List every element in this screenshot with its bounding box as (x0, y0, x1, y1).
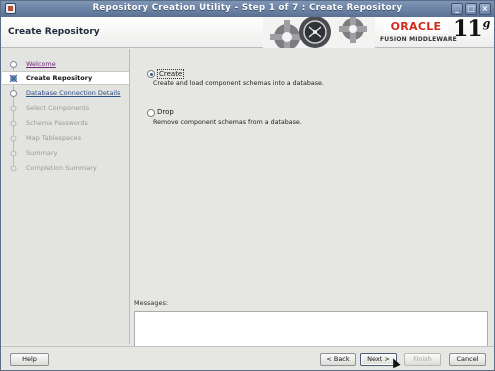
window-controls: _ □ × (451, 3, 491, 15)
step-label: Schema Passwords (26, 119, 88, 127)
logo-version-number: 11 (453, 16, 483, 42)
drop-radio-label[interactable]: Drop (157, 108, 174, 116)
mouse-cursor (389, 356, 401, 369)
step-marker-icon (10, 135, 17, 142)
gears-graphic (263, 17, 375, 48)
step-marker-icon (10, 61, 17, 68)
step-summary: Summary (2, 147, 129, 161)
close-icon[interactable]: × (479, 3, 491, 15)
step-map-tablespaces: Map Tablespaces (2, 132, 129, 146)
step-welcome[interactable]: Welcome (2, 58, 129, 72)
header-banner: Create Repository ORACLE FUSION MIDDLEWA (1, 16, 494, 48)
steps-sidebar: Welcome Create Repository Database Conne… (2, 49, 129, 344)
create-description: Create and load component schemas into a… (153, 80, 324, 87)
step-label: Summary (26, 149, 58, 157)
main-content: Create Create and load component schemas… (130, 49, 494, 347)
step-database-connection-details[interactable]: Database Connection Details (2, 87, 129, 101)
create-radio-label[interactable]: Create (157, 69, 185, 79)
title-bar[interactable]: Repository Creation Utility - Step 1 of … (1, 1, 494, 17)
finish-button: Finish (404, 353, 441, 366)
minimize-icon[interactable]: _ (451, 3, 463, 15)
messages-box[interactable] (134, 311, 488, 347)
step-schema-passwords: Schema Passwords (2, 117, 129, 131)
maximize-icon[interactable]: □ (465, 3, 477, 15)
footer-separator (1, 346, 494, 347)
step-label: Create Repository (26, 74, 93, 82)
step-marker-icon (10, 105, 17, 112)
step-marker-icon (10, 90, 17, 97)
logo-brand: ORACLE (384, 20, 448, 33)
rcu-window: Repository Creation Utility - Step 1 of … (0, 0, 495, 371)
step-completion-summary: Completion Summary (2, 162, 129, 176)
step-select-components: Select Components (2, 102, 129, 116)
back-button[interactable]: < Back (320, 353, 356, 366)
oracle-logo: ORACLE FUSION MIDDLEWARE (376, 19, 457, 46)
step-marker-icon (10, 165, 17, 172)
step-create-repository[interactable]: Create Repository (2, 71, 129, 85)
logo-version-suffix: g (482, 17, 491, 30)
messages-label: Messages: (134, 299, 169, 307)
step-marker-icon (10, 150, 17, 157)
create-radio[interactable] (147, 70, 155, 78)
step-label: Completion Summary (26, 164, 97, 172)
drop-radio[interactable] (147, 109, 155, 117)
step-label: Select Components (26, 104, 90, 112)
logo-product: FUSION MIDDLEWARE (380, 36, 457, 43)
step-label: Welcome (26, 60, 56, 68)
logo-version: 11g (453, 16, 491, 42)
page-title: Create Repository (8, 27, 100, 37)
step-marker-icon (10, 120, 17, 127)
drop-description: Remove component schemas from a database… (153, 119, 302, 126)
step-label: Database Connection Details (26, 89, 121, 97)
current-step-marker-icon (9, 74, 18, 83)
cancel-button[interactable]: Cancel (449, 353, 486, 366)
help-button[interactable]: Help (10, 353, 49, 366)
window-title: Repository Creation Utility - Step 1 of … (92, 3, 403, 13)
step-label: Map Tablespaces (26, 134, 82, 142)
